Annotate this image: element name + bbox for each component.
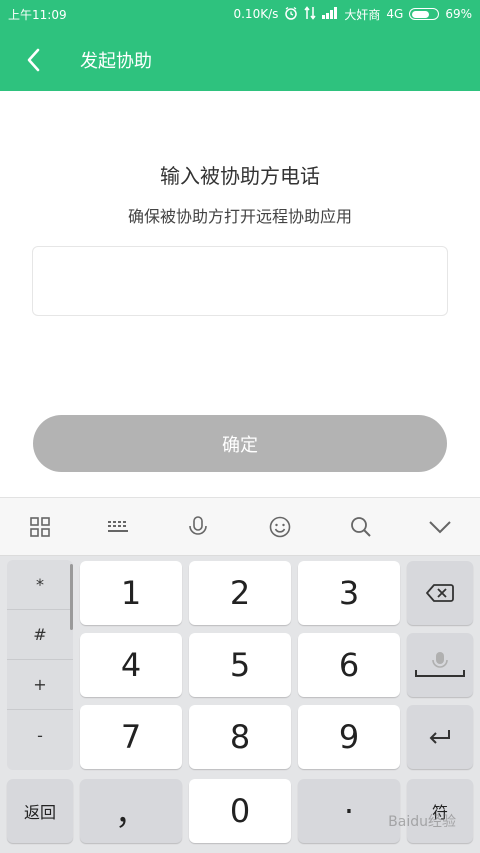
page-title: 发起协助 (80, 50, 152, 72)
keyboard-icon[interactable] (78, 498, 158, 556)
dot-key[interactable]: · (298, 779, 400, 843)
keyboard-toolbar (0, 497, 480, 556)
battery-icon (409, 8, 440, 20)
signal-icon (322, 6, 338, 22)
key-asterisk[interactable]: * (7, 560, 73, 610)
back-arrow-icon (27, 48, 40, 71)
key-9[interactable]: 9 (298, 705, 400, 769)
key-0[interactable]: 0 (189, 779, 291, 843)
key-4[interactable]: 4 (80, 633, 182, 697)
carrier-name: 大奸商 (344, 7, 381, 22)
microphone-icon (415, 652, 465, 677)
back-button[interactable] (0, 28, 66, 91)
status-time: 上午11:09 (8, 7, 67, 22)
symbol-column[interactable]: * # + - (7, 560, 73, 770)
status-bar: 上午11:09 0.10K/s 大奸商 4G 69% (0, 0, 480, 28)
key-8[interactable]: 8 (189, 705, 291, 769)
search-icon[interactable] (321, 498, 401, 556)
status-right: 0.10K/s 大奸商 4G 69% (233, 5, 472, 23)
key-6[interactable]: 6 (298, 633, 400, 697)
key-5[interactable]: 5 (189, 633, 291, 697)
key-minus[interactable]: - (7, 710, 73, 760)
key-1[interactable]: 1 (80, 561, 182, 625)
confirm-button[interactable]: 确定 (33, 415, 447, 472)
chevron-down-icon[interactable] (400, 498, 480, 556)
emoji-icon[interactable] (240, 498, 320, 556)
battery-percent: 69% (445, 7, 472, 21)
enter-icon (429, 730, 450, 744)
backspace-key[interactable] (407, 561, 473, 625)
key-2[interactable]: 2 (189, 561, 291, 625)
key-hash[interactable]: # (7, 610, 73, 660)
alarm-icon (284, 6, 298, 23)
data-transfer-icon (304, 5, 316, 23)
microphone-icon[interactable] (158, 498, 238, 556)
comma-key[interactable]: ， (80, 779, 182, 843)
network-speed: 0.10K/s (233, 7, 279, 21)
key-plus[interactable]: + (7, 660, 73, 710)
phone-input[interactable] (32, 246, 448, 316)
enter-key[interactable] (407, 705, 473, 769)
numeric-keyboard: * # + - 1 2 3 4 5 6 7 8 9 返回 ， 0 · 符 Bai… (0, 556, 480, 853)
key-3[interactable]: 3 (298, 561, 400, 625)
phone-subheading: 确保被协助方打开远程协助应用 (127, 207, 352, 226)
return-key[interactable]: 返回 (7, 779, 73, 843)
grid-icon[interactable] (0, 498, 80, 556)
battery-fill (411, 10, 430, 18)
key-7[interactable]: 7 (80, 705, 182, 769)
symbol-scrollbar[interactable] (70, 564, 73, 630)
watermark: Baidu经验 (388, 814, 456, 830)
app-bar: 发起协助 (0, 28, 480, 91)
voice-input-key[interactable] (407, 633, 473, 697)
backspace-icon (426, 584, 454, 602)
network-type: 4G (386, 7, 404, 21)
phone-heading: 输入被协助方电话 (160, 164, 320, 188)
